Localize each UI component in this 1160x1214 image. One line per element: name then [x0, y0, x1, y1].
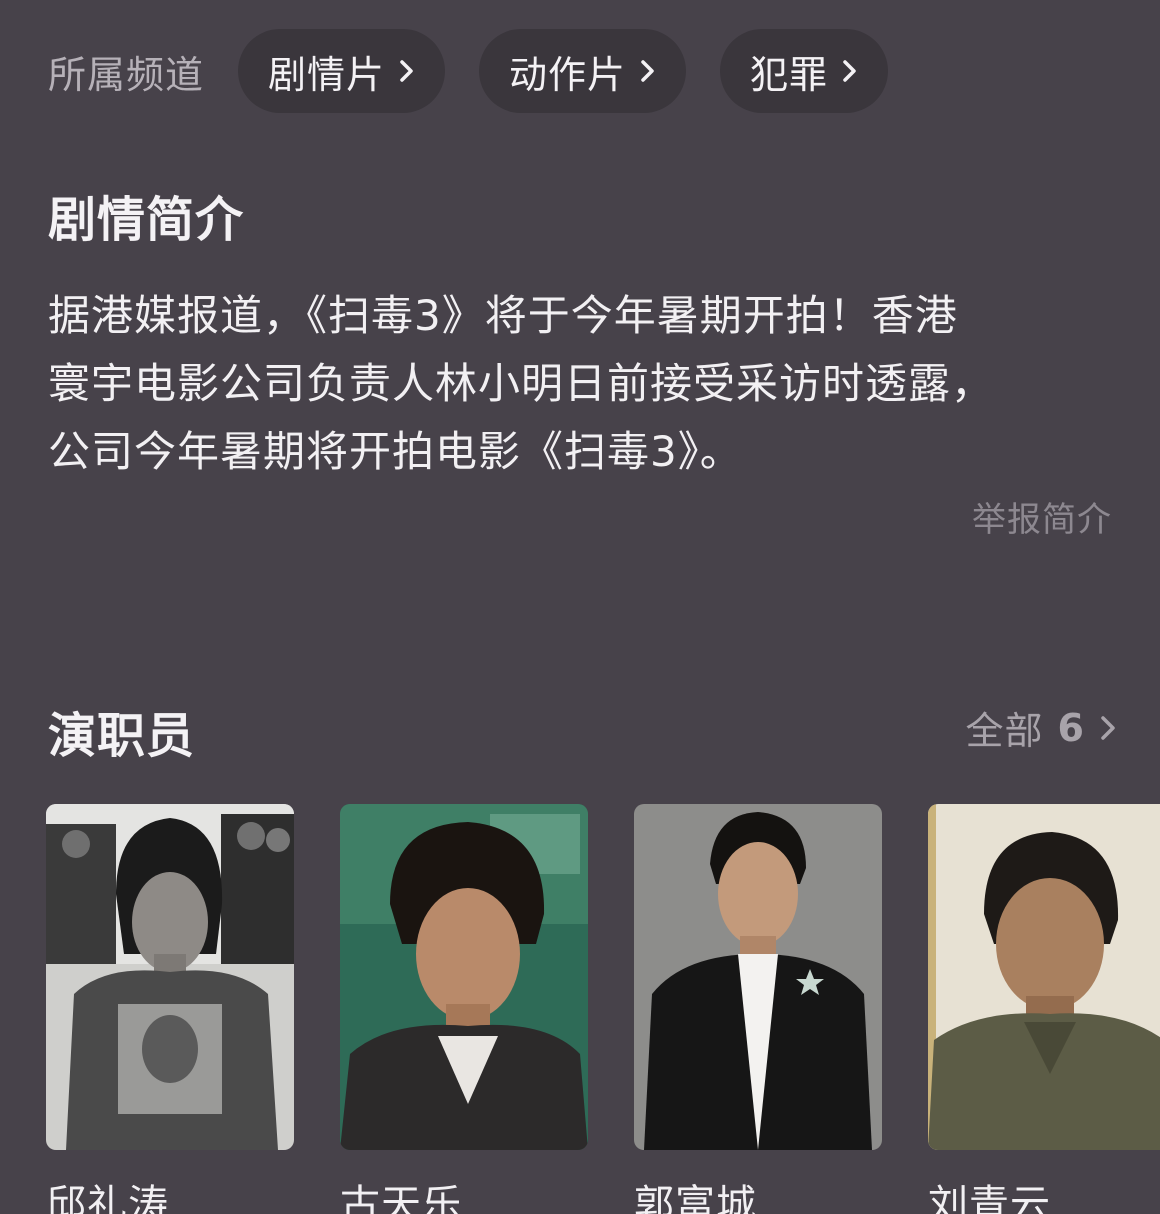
report-synopsis-link[interactable]: 举报简介	[972, 492, 1112, 541]
cast-list: 邱礼涛 古天乐 郭富城 刘青云	[46, 804, 1160, 1214]
channel-section-label: 所属频道	[48, 52, 205, 97]
cast-view-all-label: 全部	[965, 709, 1044, 753]
cast-name: 古天乐	[340, 1182, 463, 1214]
chevron-right-icon	[636, 56, 660, 86]
synopsis-line: 据港媒报道，《扫毒3》将于今年暑期开拍！香港	[48, 291, 958, 340]
cast-name: 邱礼涛	[46, 1182, 169, 1214]
synopsis-line: 公司今年暑期将开拍电影《扫毒3》。	[48, 427, 743, 476]
channel-chip-crime[interactable]: 犯罪	[720, 29, 889, 113]
cast-card[interactable]: 刘青云	[928, 804, 1160, 1214]
cast-count: 6	[1057, 705, 1084, 750]
channel-chip-label: 动作片	[509, 52, 627, 97]
cast-card[interactable]: 邱礼涛	[46, 804, 294, 1214]
chevron-right-icon	[395, 56, 419, 86]
channel-row: 所属频道 剧情片 动作片 犯罪	[48, 28, 922, 114]
cast-photo	[928, 804, 1160, 1150]
cast-card[interactable]: 郭富城	[634, 804, 882, 1214]
cast-photo	[340, 804, 588, 1150]
channel-chip-label: 剧情片	[268, 52, 386, 97]
synopsis-line: 寰宇电影公司负责人林小明日前接受采访时透露，	[48, 359, 995, 408]
cast-card[interactable]: 古天乐	[340, 804, 588, 1214]
cast-view-all-link[interactable]: 全部 6	[966, 700, 1120, 755]
channel-chip-drama[interactable]: 剧情片	[238, 29, 446, 113]
cast-name: 郭富城	[634, 1182, 757, 1214]
cast-photo	[46, 804, 294, 1150]
synopsis-title: 剧情简介	[48, 192, 245, 248]
channel-chip-label: 犯罪	[750, 52, 829, 97]
cast-title: 演职员	[48, 708, 196, 764]
chevron-right-icon	[1096, 711, 1120, 745]
chevron-right-icon	[838, 56, 862, 86]
cast-name: 刘青云	[928, 1182, 1051, 1214]
synopsis-text: 据港媒报道，《扫毒3》将于今年暑期开拍！香港 寰宇电影公司负责人林小明日前接受采…	[48, 282, 1118, 486]
cast-photo	[634, 804, 882, 1150]
channel-chip-action[interactable]: 动作片	[479, 29, 687, 113]
